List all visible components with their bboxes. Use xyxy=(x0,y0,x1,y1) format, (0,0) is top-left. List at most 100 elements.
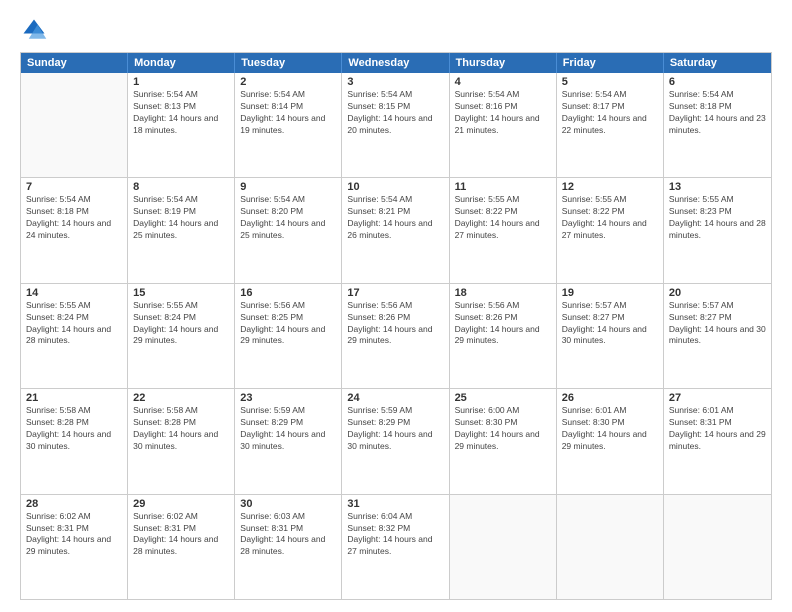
day-number: 5 xyxy=(562,76,658,88)
calendar-cell: 28Sunrise: 6:02 AMSunset: 8:31 PMDayligh… xyxy=(21,495,128,599)
calendar-cell: 30Sunrise: 6:03 AMSunset: 8:31 PMDayligh… xyxy=(235,495,342,599)
calendar-body: 1Sunrise: 5:54 AMSunset: 8:13 PMDaylight… xyxy=(21,73,771,599)
day-number: 12 xyxy=(562,181,658,193)
calendar-week-2: 7Sunrise: 5:54 AMSunset: 8:18 PMDaylight… xyxy=(21,177,771,282)
logo-icon xyxy=(20,16,48,44)
calendar-cell: 29Sunrise: 6:02 AMSunset: 8:31 PMDayligh… xyxy=(128,495,235,599)
calendar-cell: 5Sunrise: 5:54 AMSunset: 8:17 PMDaylight… xyxy=(557,73,664,177)
day-info: Sunrise: 5:54 AMSunset: 8:21 PMDaylight:… xyxy=(347,194,443,242)
day-number: 24 xyxy=(347,392,443,404)
day-info: Sunrise: 5:54 AMSunset: 8:18 PMDaylight:… xyxy=(669,89,766,137)
calendar-cell: 13Sunrise: 5:55 AMSunset: 8:23 PMDayligh… xyxy=(664,178,771,282)
day-number: 2 xyxy=(240,76,336,88)
calendar-week-4: 21Sunrise: 5:58 AMSunset: 8:28 PMDayligh… xyxy=(21,388,771,493)
day-info: Sunrise: 5:54 AMSunset: 8:15 PMDaylight:… xyxy=(347,89,443,137)
day-number: 18 xyxy=(455,287,551,299)
calendar-cell: 26Sunrise: 6:01 AMSunset: 8:30 PMDayligh… xyxy=(557,389,664,493)
calendar-cell: 23Sunrise: 5:59 AMSunset: 8:29 PMDayligh… xyxy=(235,389,342,493)
header-cell-sunday: Sunday xyxy=(21,53,128,73)
day-number: 6 xyxy=(669,76,766,88)
calendar-cell: 10Sunrise: 5:54 AMSunset: 8:21 PMDayligh… xyxy=(342,178,449,282)
day-number: 9 xyxy=(240,181,336,193)
day-info: Sunrise: 5:55 AMSunset: 8:24 PMDaylight:… xyxy=(26,300,122,348)
calendar-cell: 3Sunrise: 5:54 AMSunset: 8:15 PMDaylight… xyxy=(342,73,449,177)
calendar-cell: 8Sunrise: 5:54 AMSunset: 8:19 PMDaylight… xyxy=(128,178,235,282)
day-number: 21 xyxy=(26,392,122,404)
day-number: 13 xyxy=(669,181,766,193)
day-number: 19 xyxy=(562,287,658,299)
day-info: Sunrise: 5:59 AMSunset: 8:29 PMDaylight:… xyxy=(240,405,336,453)
day-number: 25 xyxy=(455,392,551,404)
day-info: Sunrise: 6:01 AMSunset: 8:30 PMDaylight:… xyxy=(562,405,658,453)
calendar-cell: 24Sunrise: 5:59 AMSunset: 8:29 PMDayligh… xyxy=(342,389,449,493)
day-number: 1 xyxy=(133,76,229,88)
day-number: 10 xyxy=(347,181,443,193)
calendar-cell: 9Sunrise: 5:54 AMSunset: 8:20 PMDaylight… xyxy=(235,178,342,282)
calendar-week-5: 28Sunrise: 6:02 AMSunset: 8:31 PMDayligh… xyxy=(21,494,771,599)
day-number: 15 xyxy=(133,287,229,299)
day-info: Sunrise: 5:55 AMSunset: 8:23 PMDaylight:… xyxy=(669,194,766,242)
calendar-week-1: 1Sunrise: 5:54 AMSunset: 8:13 PMDaylight… xyxy=(21,73,771,177)
calendar-cell: 18Sunrise: 5:56 AMSunset: 8:26 PMDayligh… xyxy=(450,284,557,388)
day-number: 20 xyxy=(669,287,766,299)
day-info: Sunrise: 5:54 AMSunset: 8:17 PMDaylight:… xyxy=(562,89,658,137)
calendar: SundayMondayTuesdayWednesdayThursdayFrid… xyxy=(20,52,772,600)
calendar-cell xyxy=(450,495,557,599)
day-info: Sunrise: 5:57 AMSunset: 8:27 PMDaylight:… xyxy=(562,300,658,348)
page: SundayMondayTuesdayWednesdayThursdayFrid… xyxy=(0,0,792,612)
day-number: 11 xyxy=(455,181,551,193)
day-info: Sunrise: 5:55 AMSunset: 8:22 PMDaylight:… xyxy=(455,194,551,242)
calendar-cell: 15Sunrise: 5:55 AMSunset: 8:24 PMDayligh… xyxy=(128,284,235,388)
calendar-cell: 6Sunrise: 5:54 AMSunset: 8:18 PMDaylight… xyxy=(664,73,771,177)
day-number: 16 xyxy=(240,287,336,299)
day-number: 27 xyxy=(669,392,766,404)
day-number: 4 xyxy=(455,76,551,88)
header-cell-tuesday: Tuesday xyxy=(235,53,342,73)
day-info: Sunrise: 6:01 AMSunset: 8:31 PMDaylight:… xyxy=(669,405,766,453)
day-info: Sunrise: 5:55 AMSunset: 8:24 PMDaylight:… xyxy=(133,300,229,348)
calendar-cell: 7Sunrise: 5:54 AMSunset: 8:18 PMDaylight… xyxy=(21,178,128,282)
header-cell-saturday: Saturday xyxy=(664,53,771,73)
day-number: 31 xyxy=(347,498,443,510)
calendar-cell: 14Sunrise: 5:55 AMSunset: 8:24 PMDayligh… xyxy=(21,284,128,388)
calendar-cell: 11Sunrise: 5:55 AMSunset: 8:22 PMDayligh… xyxy=(450,178,557,282)
calendar-cell xyxy=(557,495,664,599)
day-info: Sunrise: 5:54 AMSunset: 8:18 PMDaylight:… xyxy=(26,194,122,242)
day-number: 23 xyxy=(240,392,336,404)
day-info: Sunrise: 5:56 AMSunset: 8:25 PMDaylight:… xyxy=(240,300,336,348)
day-number: 3 xyxy=(347,76,443,88)
day-info: Sunrise: 6:04 AMSunset: 8:32 PMDaylight:… xyxy=(347,511,443,559)
day-info: Sunrise: 5:58 AMSunset: 8:28 PMDaylight:… xyxy=(26,405,122,453)
calendar-cell: 19Sunrise: 5:57 AMSunset: 8:27 PMDayligh… xyxy=(557,284,664,388)
day-number: 26 xyxy=(562,392,658,404)
day-number: 7 xyxy=(26,181,122,193)
calendar-cell: 17Sunrise: 5:56 AMSunset: 8:26 PMDayligh… xyxy=(342,284,449,388)
day-info: Sunrise: 5:56 AMSunset: 8:26 PMDaylight:… xyxy=(455,300,551,348)
day-info: Sunrise: 5:54 AMSunset: 8:13 PMDaylight:… xyxy=(133,89,229,137)
calendar-cell: 25Sunrise: 6:00 AMSunset: 8:30 PMDayligh… xyxy=(450,389,557,493)
day-info: Sunrise: 6:02 AMSunset: 8:31 PMDaylight:… xyxy=(26,511,122,559)
day-info: Sunrise: 6:02 AMSunset: 8:31 PMDaylight:… xyxy=(133,511,229,559)
day-number: 22 xyxy=(133,392,229,404)
day-info: Sunrise: 5:55 AMSunset: 8:22 PMDaylight:… xyxy=(562,194,658,242)
calendar-cell: 1Sunrise: 5:54 AMSunset: 8:13 PMDaylight… xyxy=(128,73,235,177)
calendar-week-3: 14Sunrise: 5:55 AMSunset: 8:24 PMDayligh… xyxy=(21,283,771,388)
calendar-cell: 27Sunrise: 6:01 AMSunset: 8:31 PMDayligh… xyxy=(664,389,771,493)
day-number: 29 xyxy=(133,498,229,510)
calendar-cell: 12Sunrise: 5:55 AMSunset: 8:22 PMDayligh… xyxy=(557,178,664,282)
day-info: Sunrise: 5:54 AMSunset: 8:20 PMDaylight:… xyxy=(240,194,336,242)
calendar-cell: 22Sunrise: 5:58 AMSunset: 8:28 PMDayligh… xyxy=(128,389,235,493)
day-info: Sunrise: 5:59 AMSunset: 8:29 PMDaylight:… xyxy=(347,405,443,453)
calendar-cell xyxy=(21,73,128,177)
day-info: Sunrise: 5:54 AMSunset: 8:19 PMDaylight:… xyxy=(133,194,229,242)
calendar-cell: 16Sunrise: 5:56 AMSunset: 8:25 PMDayligh… xyxy=(235,284,342,388)
day-number: 17 xyxy=(347,287,443,299)
calendar-cell: 20Sunrise: 5:57 AMSunset: 8:27 PMDayligh… xyxy=(664,284,771,388)
day-info: Sunrise: 5:58 AMSunset: 8:28 PMDaylight:… xyxy=(133,405,229,453)
day-number: 14 xyxy=(26,287,122,299)
calendar-header-row: SundayMondayTuesdayWednesdayThursdayFrid… xyxy=(21,53,771,73)
calendar-cell: 31Sunrise: 6:04 AMSunset: 8:32 PMDayligh… xyxy=(342,495,449,599)
day-info: Sunrise: 6:00 AMSunset: 8:30 PMDaylight:… xyxy=(455,405,551,453)
calendar-cell: 4Sunrise: 5:54 AMSunset: 8:16 PMDaylight… xyxy=(450,73,557,177)
day-number: 28 xyxy=(26,498,122,510)
